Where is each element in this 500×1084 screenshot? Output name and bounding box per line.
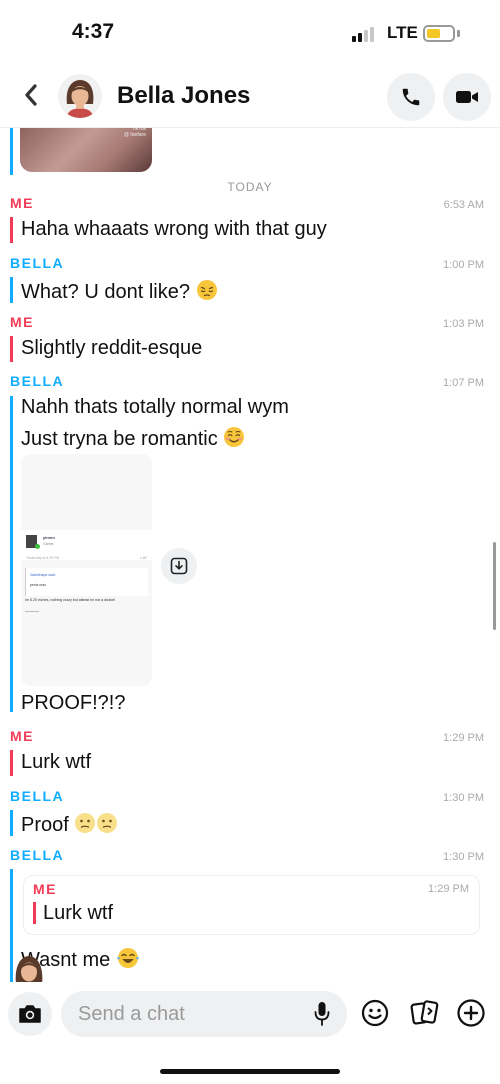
- sender-bar-bella: [10, 810, 13, 836]
- message-timestamp: 1:00 PM: [443, 259, 484, 271]
- sticker-button[interactable]: [359, 997, 391, 1029]
- forum-username: ylrven: [43, 535, 55, 540]
- message-timestamp: 1:07 PM: [443, 377, 484, 389]
- save-to-chat-button[interactable]: [161, 548, 197, 584]
- cellular-signal-icon: [352, 26, 378, 42]
- message-timestamp: 1:03 PM: [443, 318, 484, 330]
- forum-reply-text: Im 6.25 inches, nothing crazy but atleas…: [25, 598, 116, 602]
- message-row[interactable]: Just tryna be romantic: [21, 426, 245, 451]
- plus-circle-icon: [457, 999, 485, 1027]
- smiling-face-emoji: [224, 427, 245, 447]
- chevron-left-icon: [25, 84, 37, 106]
- battery-tip: [457, 30, 460, 37]
- message-timestamp: 1:30 PM: [443, 792, 484, 804]
- hushed-face-emoji: [75, 813, 96, 833]
- message-row[interactable]: What? U dont like?: [21, 279, 218, 304]
- video-camera-icon: [456, 91, 478, 103]
- phone-icon: [402, 88, 420, 106]
- sender-bar-me: [10, 217, 13, 243]
- sender-label-me: ME: [10, 314, 34, 330]
- forum-user-role: Gamer: [43, 542, 54, 546]
- previous-photo-attachment[interactable]: TikTok @ fanfare: [20, 128, 152, 172]
- forum-post-share: < #7: [140, 556, 147, 560]
- forum-post-header: ylrven Gamer Yesterday at 6:28 PM < #7: [21, 530, 152, 560]
- pensive-face-emoji: [196, 280, 217, 300]
- cards-button[interactable]: [409, 997, 441, 1029]
- screenshot-attachment[interactable]: ylrven Gamer Yesterday at 6:28 PM < #7 V…: [21, 454, 152, 686]
- sender-label-bella: BELLA: [10, 847, 65, 863]
- message-text[interactable]: Haha whaaats wrong with that guy: [21, 218, 327, 241]
- sender-bar-me: [10, 750, 13, 776]
- date-divider: TODAY: [227, 180, 273, 194]
- online-dot: [35, 544, 40, 549]
- microphone-icon: [314, 1002, 330, 1026]
- quoted-sender-label: ME: [33, 881, 57, 897]
- message-text[interactable]: Lurk wtf: [21, 751, 91, 774]
- sticker-smile-icon: [361, 999, 389, 1027]
- tears-of-joy-emoji: [116, 948, 139, 968]
- sender-label-bella: BELLA: [10, 255, 65, 271]
- forum-divider: [25, 611, 39, 612]
- chat-header: Bella Jones: [0, 64, 500, 128]
- voice-call-button[interactable]: [387, 73, 435, 121]
- sender-label-me: ME: [10, 195, 34, 211]
- contact-name[interactable]: Bella Jones: [117, 82, 250, 110]
- quoted-reply[interactable]: ME 1:29 PM Lurk wtf: [23, 875, 480, 935]
- message-text[interactable]: Slightly reddit-esque: [21, 337, 202, 360]
- message-timestamp: 1:30 PM: [443, 851, 484, 863]
- message-timestamp: 1:29 PM: [443, 732, 484, 744]
- forum-quote: Valvethapa said: penis max: [25, 568, 148, 596]
- forum-post-date: Yesterday at 6:28 PM: [26, 556, 60, 560]
- forum-quote-author: Valvethapa said:: [30, 573, 56, 577]
- quoted-sender-bar: [33, 902, 36, 924]
- network-type: LTE: [387, 23, 418, 42]
- hushed-face-emoji: [97, 813, 118, 833]
- camera-icon: [19, 1005, 41, 1023]
- message-timestamp: 6:53 AM: [443, 199, 484, 211]
- scrollbar[interactable]: [493, 542, 496, 630]
- sender-bar-bella: [10, 396, 13, 712]
- sender-bar-me: [10, 336, 13, 362]
- sender-label-me: ME: [10, 728, 34, 744]
- message-text[interactable]: Nahh thats totally normal wym: [21, 396, 289, 419]
- sender-bar-bella: [10, 277, 13, 303]
- message-text: Just tryna be romantic: [21, 428, 218, 450]
- chat-composer: [0, 982, 500, 1052]
- plus-button[interactable]: [455, 997, 487, 1029]
- battery-icon: [423, 25, 455, 42]
- message-list[interactable]: TikTok @ fanfare TODAY ME 6:53 AM Haha wh…: [0, 128, 500, 982]
- sender-label-bella: BELLA: [10, 373, 65, 389]
- status-time: 4:37: [72, 20, 115, 43]
- sender-label-bella: BELLA: [10, 788, 65, 804]
- status-bar: 4:37 LTE: [0, 0, 500, 64]
- contact-bitmoji: [10, 950, 48, 982]
- message-row[interactable]: Proof: [21, 812, 118, 837]
- message-text[interactable]: PROOF!?!?: [21, 692, 125, 715]
- quoted-timestamp: 1:29 PM: [428, 883, 469, 895]
- quoted-text: Lurk wtf: [43, 902, 114, 924]
- camera-button[interactable]: [8, 992, 52, 1036]
- voice-note-button[interactable]: [309, 1000, 335, 1028]
- video-call-button[interactable]: [443, 73, 491, 121]
- message-text: What? U dont like?: [21, 281, 190, 303]
- chat-input[interactable]: [61, 991, 347, 1037]
- contact-avatar[interactable]: [58, 74, 102, 118]
- sender-bar-bella: [10, 128, 13, 175]
- forum-quote-text: penis max: [30, 583, 46, 587]
- photo-watermark: TikTok @ fanfare: [123, 128, 146, 138]
- cards-icon: [410, 1000, 439, 1025]
- back-button[interactable]: [18, 82, 44, 108]
- home-indicator[interactable]: [160, 1069, 340, 1074]
- message-text: Proof: [21, 814, 69, 836]
- download-icon: [170, 557, 188, 575]
